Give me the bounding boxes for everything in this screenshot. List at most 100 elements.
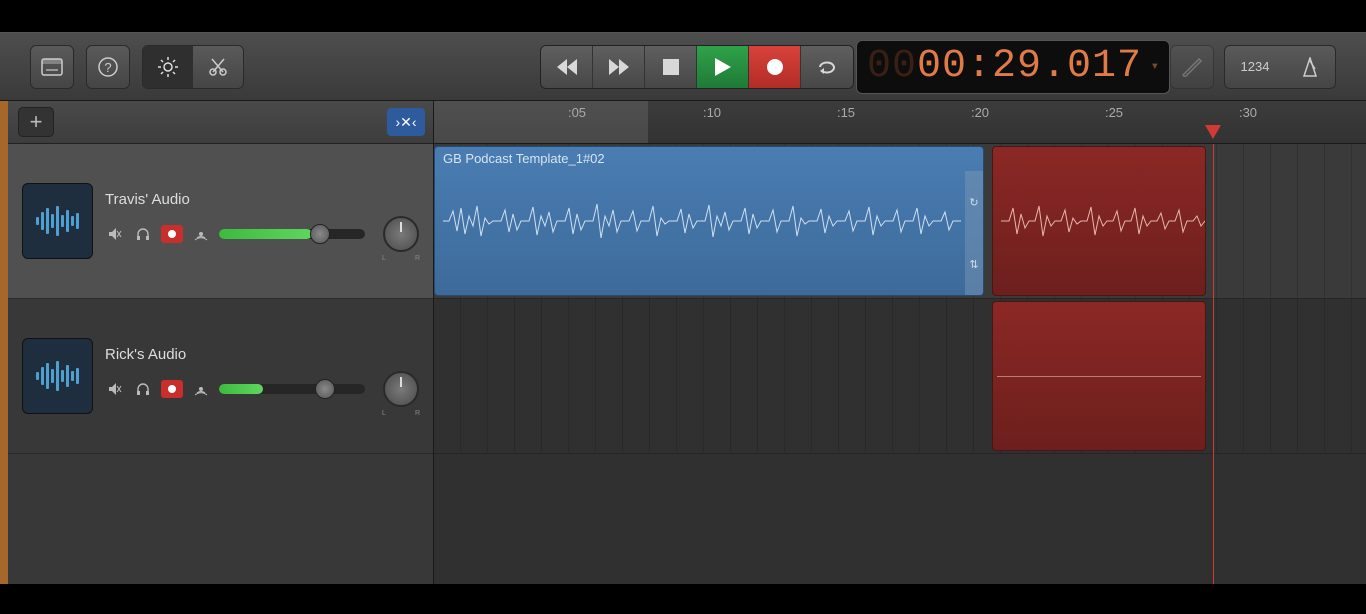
input-monitor-button[interactable] xyxy=(191,224,211,244)
volume-thumb[interactable] xyxy=(310,224,330,244)
fast-forward-icon xyxy=(608,59,630,75)
record-button[interactable] xyxy=(749,46,801,88)
cycle-locator[interactable] xyxy=(434,101,648,143)
track-controls: L R xyxy=(105,371,419,407)
playhead-line xyxy=(1213,144,1214,584)
track-controls: L R xyxy=(105,216,419,252)
scissors-icon xyxy=(208,57,228,77)
track-name-label: Travis' Audio xyxy=(105,191,419,208)
quick-help-button[interactable]: ? xyxy=(86,45,130,89)
pan-knob[interactable]: L R xyxy=(383,371,419,407)
note-pad-button[interactable] xyxy=(1170,45,1214,89)
library-button[interactable] xyxy=(30,45,74,89)
record-dot-icon xyxy=(167,384,177,394)
ruler-tick: :25 xyxy=(1105,105,1123,120)
headphones-icon xyxy=(136,227,150,241)
right-toolbar: 1234 xyxy=(1170,45,1336,89)
svg-text:?: ? xyxy=(104,60,111,75)
track-body: Travis' Audio xyxy=(105,191,419,252)
cycle-button[interactable] xyxy=(801,46,853,88)
filter-icon: ›✕‹ xyxy=(395,114,416,131)
count-in-button[interactable]: 1234 xyxy=(1225,46,1285,88)
lcd-dim-prefix: 00 xyxy=(867,44,917,89)
editors-button[interactable] xyxy=(193,46,243,88)
lcd-dropdown-icon[interactable]: ▾ xyxy=(1151,58,1159,75)
ruler-tick: :30 xyxy=(1239,105,1257,120)
pan-labels: L R xyxy=(382,255,420,262)
play-icon xyxy=(715,58,731,76)
app-root: ? xyxy=(0,32,1366,584)
playhead-marker[interactable] xyxy=(1205,125,1221,139)
track-header[interactable]: Travis' Audio xyxy=(8,144,433,299)
record-dot-icon xyxy=(167,229,177,239)
rewind-button[interactable] xyxy=(541,46,593,88)
input-icon xyxy=(194,382,208,396)
record-enable-button[interactable] xyxy=(161,380,183,398)
track-type-icon xyxy=(22,183,93,259)
stop-button[interactable] xyxy=(645,46,697,88)
track-name-label: Rick's Audio xyxy=(105,346,419,363)
mute-icon xyxy=(108,382,122,396)
note-icon xyxy=(1181,57,1203,77)
track-header[interactable]: Rick's Audio xyxy=(8,299,433,454)
track-header-panel: + ›✕‹ Travis' Audio xyxy=(8,101,434,584)
forward-button[interactable] xyxy=(593,46,645,88)
track-body: Rick's Audio xyxy=(105,346,419,407)
input-monitor-button[interactable] xyxy=(191,379,211,399)
time-ruler[interactable]: :05:10:15:20:25:30 xyxy=(434,101,1366,144)
pan-l: L xyxy=(382,410,386,417)
timeline-area[interactable]: :05:10:15:20:25:30 GB Podcast Template_1… xyxy=(434,101,1366,584)
tempo-group: 1234 xyxy=(1224,45,1336,89)
solo-button[interactable] xyxy=(133,379,153,399)
recording-region[interactable] xyxy=(992,301,1206,451)
audio-region[interactable]: GB Podcast Template_1#02 ↻ ⇅ xyxy=(434,146,984,296)
record-icon xyxy=(766,58,784,76)
recording-region[interactable] xyxy=(992,146,1206,296)
count-in-label: 1234 xyxy=(1241,59,1270,74)
track-type-icon xyxy=(22,338,93,414)
ruler-tick: :10 xyxy=(703,105,721,120)
audio-wave-icon xyxy=(33,206,83,236)
pan-l: L xyxy=(382,255,386,262)
volume-thumb[interactable] xyxy=(315,379,335,399)
lcd-display[interactable]: 00 00:29.017 ▾ xyxy=(856,40,1170,94)
pan-r: R xyxy=(415,255,420,262)
stop-icon xyxy=(663,59,679,75)
ruler-tick: :20 xyxy=(971,105,989,120)
loop-icon: ↻ xyxy=(969,196,978,209)
volume-slider[interactable] xyxy=(219,229,365,239)
transport-controls xyxy=(540,45,854,89)
region-label: GB Podcast Template_1#02 xyxy=(443,151,605,166)
track-lane[interactable]: GB Podcast Template_1#02 ↻ ⇅ xyxy=(434,144,1366,299)
pan-knob[interactable]: L R xyxy=(383,216,419,252)
metronome-button[interactable] xyxy=(1285,46,1335,88)
mute-button[interactable] xyxy=(105,379,125,399)
toolbar: ? xyxy=(0,33,1366,101)
input-icon xyxy=(194,227,208,241)
region-loop-handle[interactable]: ↻ ⇅ xyxy=(965,171,983,295)
lcd-time: 00:29.017 xyxy=(917,44,1142,89)
audio-wave-icon xyxy=(33,361,83,391)
add-track-button[interactable]: + xyxy=(18,107,54,137)
mute-button[interactable] xyxy=(105,224,125,244)
track-lane[interactable] xyxy=(434,299,1366,454)
automation-filter-button[interactable]: ›✕‹ xyxy=(387,108,425,136)
rewind-icon xyxy=(556,59,578,75)
plus-icon: + xyxy=(30,109,43,135)
track-lanes: GB Podcast Template_1#02 ↻ ⇅ xyxy=(434,144,1366,584)
waveform-icon xyxy=(1001,196,1206,246)
fade-icon: ⇅ xyxy=(969,258,978,271)
smart-controls-button[interactable] xyxy=(143,46,193,88)
play-button[interactable] xyxy=(697,46,749,88)
mute-icon xyxy=(108,227,122,241)
workspace: + ›✕‹ Travis' Audio xyxy=(0,101,1366,584)
volume-slider[interactable] xyxy=(219,384,365,394)
volume-fill xyxy=(219,384,263,394)
editor-mode-group xyxy=(142,45,244,89)
record-enable-button[interactable] xyxy=(161,225,183,243)
solo-button[interactable] xyxy=(133,224,153,244)
sun-icon xyxy=(157,56,179,78)
headphones-icon xyxy=(136,382,150,396)
track-empty-area xyxy=(8,454,433,584)
waveform-icon xyxy=(443,196,963,246)
